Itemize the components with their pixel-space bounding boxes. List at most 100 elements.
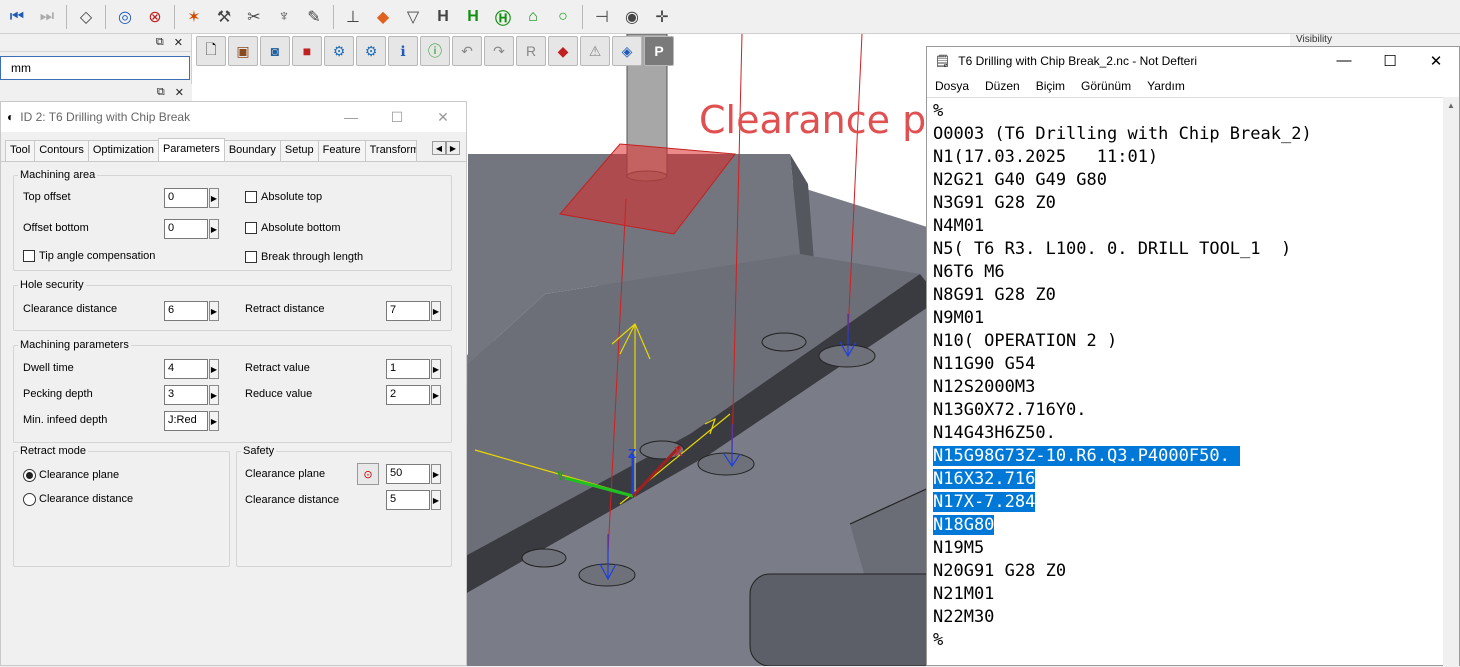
- info-icon[interactable]: ℹ: [388, 36, 418, 66]
- cube-arrow-icon[interactable]: ◈: [612, 36, 642, 66]
- star-tool-icon[interactable]: ✶: [181, 4, 207, 30]
- redo-icon[interactable]: ↷: [484, 36, 514, 66]
- trophy-icon[interactable]: ♆: [271, 4, 297, 30]
- tab-boundary[interactable]: Boundary: [223, 140, 281, 161]
- tab-setup[interactable]: Setup: [279, 140, 319, 161]
- cross-icon[interactable]: ✛: [649, 4, 675, 30]
- menu-dosya[interactable]: Dosya: [935, 79, 969, 93]
- pecking-depth-input[interactable]: 3: [164, 385, 208, 405]
- h-icon[interactable]: H: [430, 4, 456, 30]
- minimize-icon[interactable]: —: [1321, 52, 1367, 70]
- dwell-time-input[interactable]: 4: [164, 359, 208, 379]
- magnet-icon[interactable]: ◙: [260, 36, 290, 66]
- restore-icon[interactable]: ⧉: [156, 36, 164, 49]
- box-icon[interactable]: ▣: [228, 36, 258, 66]
- absolute-top-checkbox[interactable]: [245, 191, 257, 203]
- warning-icon[interactable]: ⚠: [580, 36, 610, 66]
- menu-bicim[interactable]: Biçim: [1036, 79, 1065, 93]
- retract-distance-input[interactable]: 7: [386, 301, 430, 321]
- vertical-scrollbar[interactable]: ▲: [1443, 97, 1459, 667]
- h-house-icon[interactable]: ⌂: [520, 4, 546, 30]
- safety-clearance-distance-input[interactable]: 5: [386, 490, 430, 510]
- close-icon[interactable]: ✕: [174, 36, 183, 49]
- no-target-icon[interactable]: ⊗: [142, 4, 168, 30]
- tab-scroll-left-icon[interactable]: ◀: [432, 141, 446, 155]
- clearance-distance-spin[interactable]: ▶: [209, 301, 219, 321]
- red-box-icon[interactable]: ■: [292, 36, 322, 66]
- target-icon[interactable]: ◎: [112, 4, 138, 30]
- top-offset-spin[interactable]: ▶: [209, 188, 219, 208]
- retract-distance-spin[interactable]: ▶: [431, 301, 441, 321]
- gear-10-icon[interactable]: ⚙: [356, 36, 386, 66]
- wrench-icon[interactable]: ⚒: [211, 4, 237, 30]
- offset-bottom-spin[interactable]: ▶: [209, 219, 219, 239]
- pick-point-icon[interactable]: ⊙: [357, 463, 379, 485]
- tab-parameters[interactable]: Parameters: [157, 138, 225, 161]
- min-infeed-input[interactable]: J:Red: [164, 411, 208, 431]
- undo-icon[interactable]: ↶: [452, 36, 482, 66]
- h-green-icon[interactable]: H: [460, 4, 486, 30]
- h-circle-icon[interactable]: Ⓗ: [490, 4, 516, 30]
- funnel-icon[interactable]: ▽: [400, 4, 426, 30]
- toolbar-separator: [582, 4, 583, 29]
- top-offset-input[interactable]: 0: [164, 188, 208, 208]
- safety-clearance-plane-label: Clearance plane: [245, 468, 326, 480]
- absolute-bottom-checkbox[interactable]: [245, 222, 257, 234]
- tab-transform[interactable]: Transform...: [364, 140, 417, 161]
- gear-icon[interactable]: ⚙: [324, 36, 354, 66]
- tab-scroll-right-icon[interactable]: ▶: [446, 141, 460, 155]
- safety-clearance-plane-spin[interactable]: ▶: [431, 464, 441, 484]
- app-icon: ◐: [7, 110, 15, 124]
- offset-bottom-input[interactable]: 0: [164, 219, 208, 239]
- maximize-icon[interactable]: ☐: [1367, 52, 1413, 70]
- clearance-plane-radio[interactable]: [23, 469, 36, 482]
- close-icon[interactable]: ✕: [1413, 52, 1459, 70]
- menu-gorunum[interactable]: Görünüm: [1081, 79, 1131, 93]
- units-input[interactable]: mm: [0, 56, 190, 80]
- diamond-icon[interactable]: ◇: [73, 4, 99, 30]
- safety-clearance-plane-input[interactable]: 50: [386, 464, 430, 484]
- retract-value-input[interactable]: 1: [386, 359, 430, 379]
- dial-icon[interactable]: ◉: [619, 4, 645, 30]
- r-icon[interactable]: R: [516, 36, 546, 66]
- min-infeed-spin[interactable]: ▶: [209, 411, 219, 431]
- notepad-text-area[interactable]: % O0003 (T6 Drilling with Chip Break_2) N1…: [927, 97, 1445, 667]
- clearance-distance-radio[interactable]: [23, 493, 36, 506]
- info-2-icon[interactable]: ⓘ: [420, 36, 450, 66]
- menu-duzen[interactable]: Düzen: [985, 79, 1020, 93]
- tab-optimization[interactable]: Optimization: [87, 140, 159, 161]
- tip-angle-checkbox[interactable]: [23, 250, 35, 262]
- pin-icon[interactable]: ⊣: [589, 4, 615, 30]
- axis-icon[interactable]: ⊥: [340, 4, 366, 30]
- safety-clearance-distance-spin[interactable]: ▶: [431, 490, 441, 510]
- reduce-value-input[interactable]: 2: [386, 385, 430, 405]
- cube-icon[interactable]: ◆: [548, 36, 578, 66]
- close-icon[interactable]: ✕: [420, 109, 466, 126]
- reduce-value-spin[interactable]: ▶: [431, 385, 441, 405]
- rewind-icon[interactable]: ⏮: [4, 4, 30, 30]
- scroll-up-icon[interactable]: ▲: [1443, 97, 1459, 113]
- code-line: N21M01: [933, 583, 1445, 606]
- pecking-depth-spin[interactable]: ▶: [209, 385, 219, 405]
- restore-icon[interactable]: ⧉: [157, 86, 165, 99]
- p-icon[interactable]: P: [644, 36, 674, 66]
- arrow-down-icon[interactable]: ◆: [370, 4, 396, 30]
- code-line: N15G98G73Z-10.R6.Q3.P4000F50.: [933, 445, 1445, 468]
- circle-icon[interactable]: ○: [550, 4, 576, 30]
- code-line-text: %: [933, 101, 944, 121]
- tab-feature[interactable]: Feature: [317, 140, 366, 161]
- retract-value-spin[interactable]: ▶: [431, 359, 441, 379]
- dwell-time-spin[interactable]: ▶: [209, 359, 219, 379]
- break-through-checkbox[interactable]: [245, 251, 257, 263]
- tab-contours[interactable]: Contours: [34, 140, 89, 161]
- pen-icon[interactable]: ✎: [301, 4, 327, 30]
- tab-tool[interactable]: Tool: [5, 140, 36, 161]
- wrench-alt-icon[interactable]: ✂: [241, 4, 267, 30]
- clearance-distance-input[interactable]: 6: [164, 301, 208, 321]
- minimize-icon[interactable]: —: [328, 109, 374, 126]
- new-page-icon[interactable]: 🗋: [196, 36, 226, 66]
- maximize-icon[interactable]: ☐: [374, 109, 420, 126]
- menu-yardim[interactable]: Yardım: [1147, 79, 1185, 93]
- close-icon[interactable]: ✕: [175, 86, 184, 99]
- forward-icon[interactable]: ⏭: [34, 4, 60, 30]
